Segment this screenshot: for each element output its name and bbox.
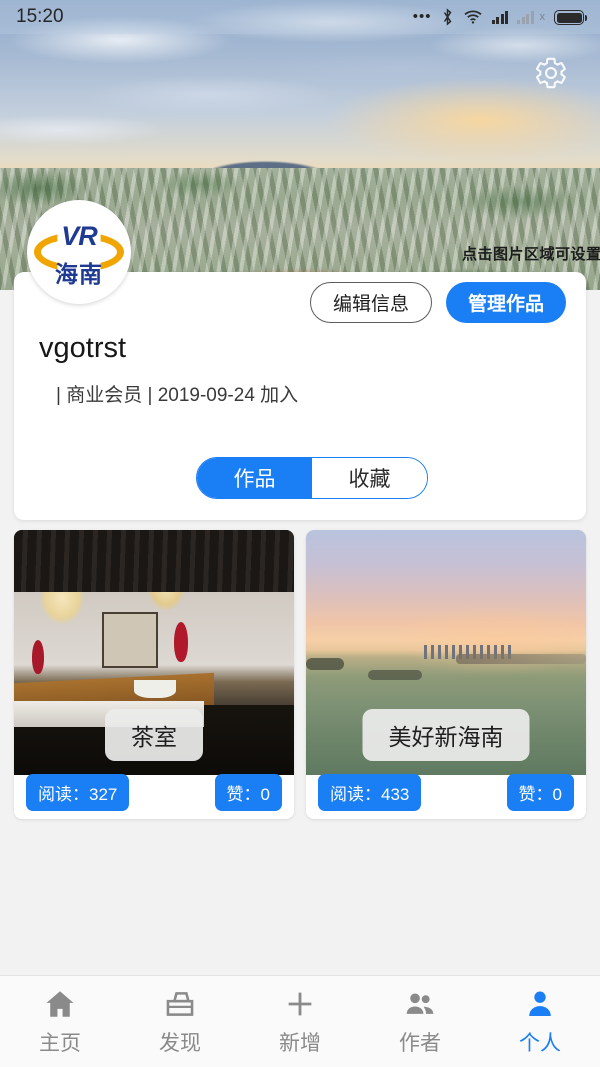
- nav-item-home[interactable]: 主页: [0, 987, 120, 1057]
- nav-label-authors: 作者: [399, 1031, 441, 1055]
- thumb-rock-left: [306, 658, 344, 670]
- nav-label-personal: 个人: [519, 1031, 561, 1055]
- nav-label-home: 主页: [39, 1031, 81, 1055]
- works-favorites-segmented-control[interactable]: 作品 收藏: [196, 457, 428, 499]
- work-title: 茶室: [105, 709, 203, 761]
- avatar[interactable]: VR 海南: [27, 200, 131, 304]
- nav-item-add[interactable]: 新增: [240, 987, 360, 1057]
- profile-meta-text: | 商业会员 | 2019-09-24 加入: [56, 385, 299, 406]
- status-bar: 15:20 ••• x: [0, 0, 600, 34]
- profile-card: 编辑信息 管理作品 vgotrst | 商业会员 | 2019-09-24 加入…: [14, 272, 586, 520]
- manage-works-button[interactable]: 管理作品: [445, 282, 566, 323]
- thumb-shore: [456, 654, 586, 664]
- nav-item-personal[interactable]: 个人: [480, 987, 600, 1057]
- profile-action-buttons: 编辑信息 管理作品: [309, 282, 566, 323]
- sim-x-label: x: [539, 11, 546, 23]
- logo-vr-text: VR: [61, 221, 98, 251]
- thumb-vase-right: [174, 622, 188, 662]
- username-text: vgotrst: [39, 332, 127, 364]
- status-icons: ••• x: [412, 8, 587, 26]
- sim-no-service-icon: [517, 10, 534, 24]
- status-time: 15:20: [16, 6, 64, 27]
- work-stats: 阅读：433 赞：0: [306, 774, 586, 811]
- wifi-icon: [463, 10, 482, 24]
- work-card[interactable]: 美好新海南 阅读：433 赞：0: [306, 530, 586, 819]
- thumb-bowl: [134, 680, 176, 698]
- likes-badge: 赞：0: [214, 774, 282, 811]
- work-card[interactable]: 茶室 阅读：327 赞：0: [14, 530, 294, 819]
- thumb-wall-art: [102, 612, 158, 668]
- likes-badge: 赞：0: [506, 774, 574, 811]
- battery-icon: [554, 9, 587, 25]
- box-discover-icon: [166, 991, 194, 1016]
- gear-icon[interactable]: [534, 56, 568, 90]
- nav-label-add: 新增: [279, 1031, 321, 1055]
- nav-item-discover[interactable]: 发现: [120, 987, 240, 1057]
- plus-icon: [288, 992, 312, 1015]
- thumb-vase-left: [32, 640, 44, 674]
- vr-hainan-logo: VR 海南: [31, 215, 127, 289]
- works-grid: 茶室 阅读：327 赞：0 美好新海南 阅读：433 赞：0: [14, 530, 586, 819]
- home-icon: [46, 990, 74, 1017]
- tab-favorites[interactable]: 收藏: [312, 458, 427, 498]
- work-title: 美好新海南: [362, 709, 530, 761]
- banner-hint-text: 点击图片区域可设置背景: [462, 246, 600, 263]
- edit-info-button[interactable]: 编辑信息: [309, 282, 432, 323]
- person-icon: [529, 991, 551, 1016]
- bottom-navigation-bar: 主页 发现 新增 作者 个人: [0, 975, 600, 1067]
- thumb-ceiling: [14, 530, 294, 592]
- nav-label-discover: 发现: [159, 1031, 201, 1055]
- bluetooth-icon: [443, 8, 451, 26]
- people-icon: [406, 993, 434, 1014]
- nav-item-authors[interactable]: 作者: [360, 987, 480, 1057]
- signal-icon: [491, 10, 508, 24]
- logo-hainan-text: 海南: [55, 261, 103, 287]
- thumb-rock-mid: [368, 670, 422, 680]
- work-stats: 阅读：327 赞：0: [14, 774, 294, 811]
- views-badge: 阅读：433: [318, 774, 422, 811]
- views-badge: 阅读：327: [26, 774, 130, 811]
- more-dots-icon: •••: [412, 8, 432, 25]
- app-screen: 点击图片区域可设置背景 15:20 ••• x 编辑信息 管理作品: [0, 0, 600, 1067]
- tab-works[interactable]: 作品: [197, 458, 312, 498]
